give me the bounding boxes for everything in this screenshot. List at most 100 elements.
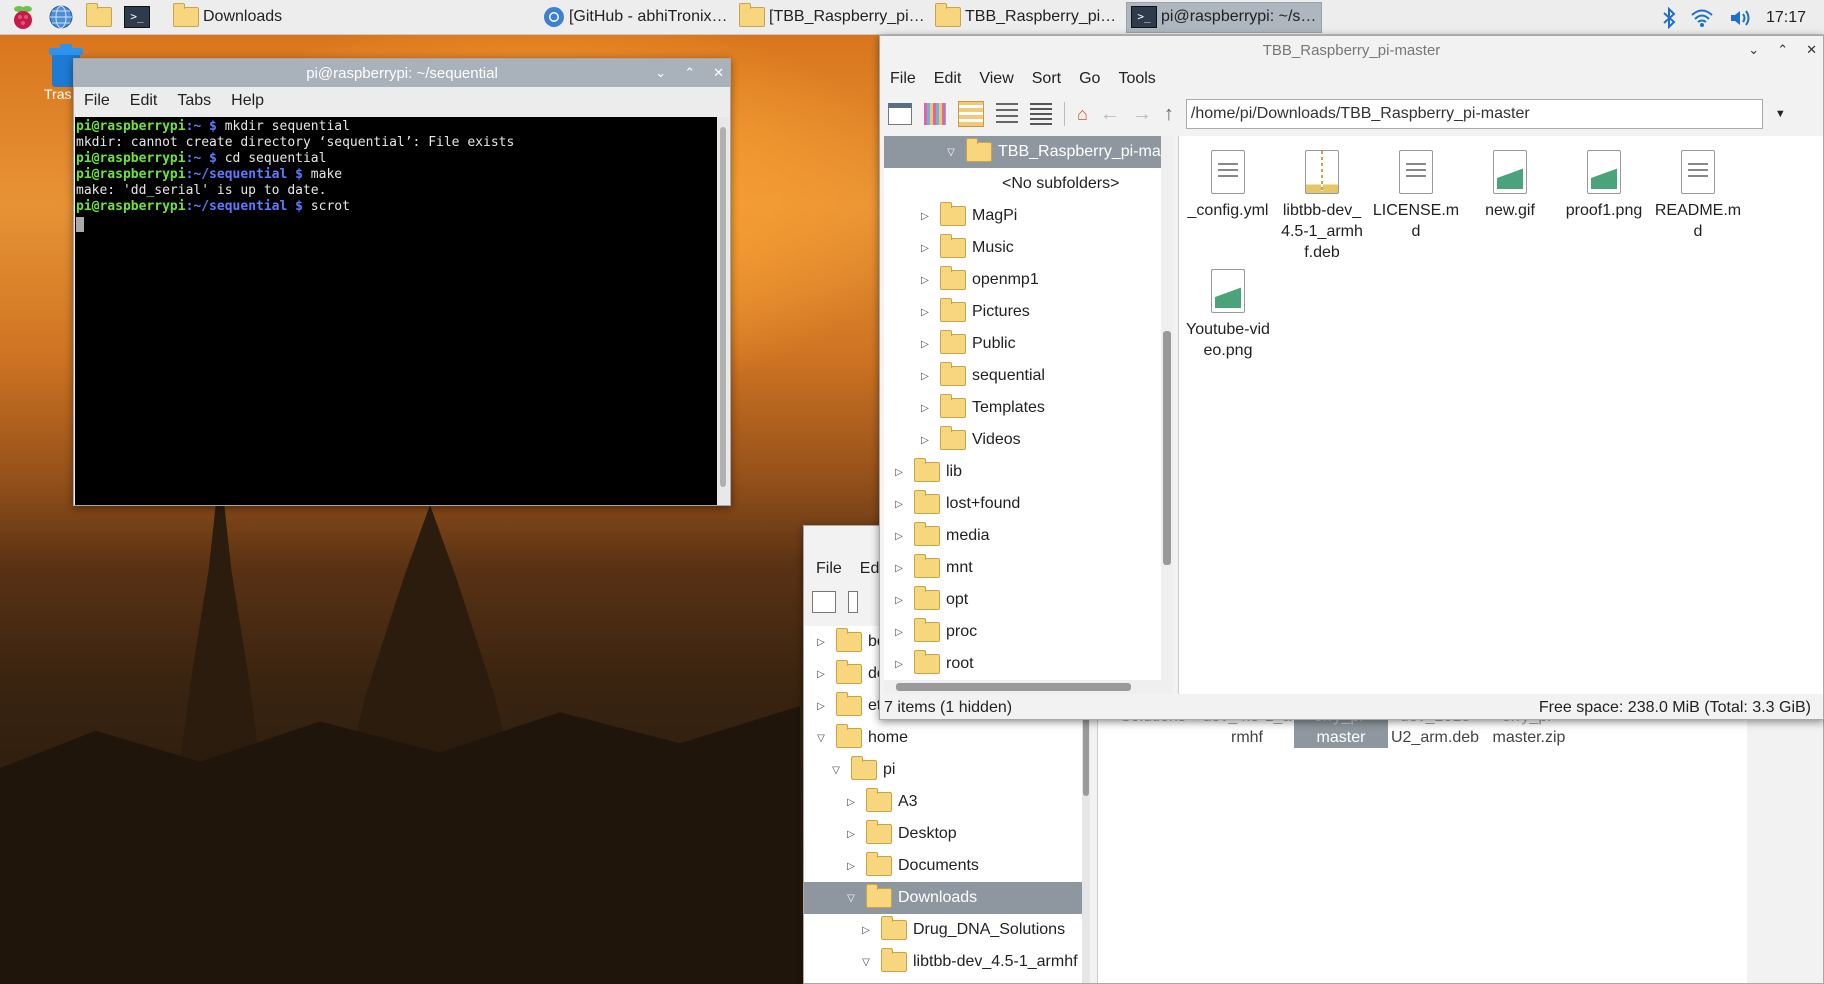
collapse-arrow-icon[interactable]: ▷ [918,339,932,350]
collapse-arrow-icon[interactable]: ▷ [814,669,828,680]
collapse-arrow-icon[interactable]: ▷ [892,595,906,606]
tree-item[interactable]: ▽ TBB_Raspberry_pi-mast [884,136,1161,168]
close-icon[interactable]: ✕ [1806,42,1817,58]
taskbar-item-downloads[interactable]: Downloads [168,2,368,33]
back-arrow-icon[interactable]: ← [1100,103,1120,126]
collapse-arrow-icon[interactable]: ▷ [844,829,858,840]
file-view[interactable]: Solutionsdev_4.5-1_armhferry_pi-masterde… [1097,706,1747,983]
file-item[interactable]: LICENSE.md [1371,150,1461,263]
tree-item[interactable]: ▷ Desktop [804,818,1082,850]
tree-item[interactable]: ▽ Downloads [804,882,1082,914]
icon-view-icon[interactable] [958,101,984,127]
collapse-arrow-icon[interactable]: ▷ [918,435,932,446]
tree-horizontal-scrollbar[interactable] [884,680,1173,694]
minimize-icon[interactable]: ⌄ [1748,42,1759,58]
file-item[interactable]: proof1.png [1559,150,1649,263]
collapse-arrow-icon[interactable]: ▷ [844,861,858,872]
file-manager-icon[interactable] [84,3,114,31]
new-window-icon[interactable] [812,591,836,613]
collapse-arrow-icon[interactable]: ▷ [918,371,932,382]
file-item[interactable]: README.md [1653,150,1743,263]
collapse-arrow-icon[interactable]: ▷ [918,307,932,318]
expanded-arrow-icon[interactable]: ▽ [829,765,843,776]
new-window-icon[interactable] [888,103,912,125]
bluetooth-icon[interactable] [1662,6,1676,29]
volume-icon[interactable] [1728,8,1752,28]
taskbar-item-browser[interactable]: [GitHub - abhiTronix/... [538,2,734,33]
tree-item[interactable]: ▷ MagPi [884,200,1161,232]
collapse-arrow-icon[interactable]: ▷ [892,499,906,510]
taskbar-item-tbb-2[interactable]: TBB_Raspberry_pi-m... [930,2,1126,33]
terminal-launcher-icon[interactable]: >_ [122,3,152,31]
tree-vertical-scrollbar[interactable] [1161,136,1173,680]
tree-item[interactable]: ▷ Templates [884,392,1161,424]
tree-item[interactable]: ▷ opt [884,584,1161,616]
tree-item[interactable]: ▽ libtbb-dev_4.5-1_armhf [804,946,1082,978]
title-bar[interactable]: pi@raspberrypi: ~/sequential ⌄ ⌃ ✕ [74,59,730,87]
menu-tools[interactable]: Tools [1118,70,1155,88]
tree-item[interactable]: ▷ Documents [804,850,1082,882]
raspberry-menu-icon[interactable] [8,3,38,31]
wifi-icon[interactable] [1690,8,1714,28]
file-item[interactable]: new.gif [1465,150,1555,263]
menu-edit[interactable]: Edit [934,70,962,88]
menu-file[interactable]: File [84,92,110,110]
tree-item[interactable]: <No subfolders> [884,168,1161,200]
menu-tabs[interactable]: Tabs [177,92,211,110]
tree-item[interactable]: ▷ openmp1 [884,264,1161,296]
expanded-arrow-icon[interactable]: ▽ [944,147,958,158]
tree-item[interactable]: ▽ pi [804,754,1082,786]
taskbar-item-terminal[interactable]: >_ pi@raspberrypi: ~/se... [1126,1,1322,33]
path-dropdown-icon[interactable]: ▼ [1775,108,1786,120]
up-arrow-icon[interactable]: ↑ [1164,103,1174,126]
home-icon[interactable]: ⌂ [1077,104,1088,125]
file-view[interactable]: _config.yml libtbb-dev_4.5-1_armhf.deb LIC… [1178,136,1823,694]
collapse-arrow-icon[interactable]: ▷ [859,925,873,936]
collapse-arrow-icon[interactable]: ▷ [814,701,828,712]
forward-arrow-icon[interactable]: → [1132,103,1152,126]
collapse-arrow-icon[interactable]: ▷ [918,243,932,254]
clock[interactable]: 17:17 [1766,9,1806,27]
list-view-icon[interactable] [996,103,1018,125]
maximize-icon[interactable]: ⌃ [1777,42,1788,58]
detail-view-icon[interactable] [1030,103,1052,125]
menu-file[interactable]: File [816,560,842,578]
collapse-arrow-icon[interactable]: ▷ [918,403,932,414]
tree-item[interactable]: ▷ Drug_DNA_Solutions [804,914,1082,946]
expanded-arrow-icon[interactable]: ▽ [844,893,858,904]
tree-item[interactable]: ▷ A3 [804,786,1082,818]
web-browser-icon[interactable] [46,3,76,31]
tree-item[interactable]: ▽ home [804,722,1082,754]
collapse-arrow-icon[interactable]: ▷ [844,797,858,808]
tree-item[interactable]: ▷ Videos [884,424,1161,456]
menu-go[interactable]: Go [1079,70,1100,88]
title-bar[interactable]: TBB_Raspberry_pi-master ⌄ ⌃ ✕ [880,36,1823,64]
menu-sort[interactable]: Sort [1032,70,1061,88]
minimize-icon[interactable]: ⌄ [655,65,666,81]
collapse-arrow-icon[interactable]: ▷ [892,659,906,670]
taskbar-item-tbb-1[interactable]: [TBB_Raspberry_pi-m... [734,2,930,33]
menu-help[interactable]: Help [231,92,264,110]
close-icon[interactable]: ✕ [713,65,724,81]
tree-item[interactable]: ▷ Public [884,328,1161,360]
file-item[interactable]: libtbb-dev_4.5-1_armhf.deb [1277,150,1367,263]
collapse-arrow-icon[interactable]: ▷ [814,637,828,648]
collapse-arrow-icon[interactable]: ▷ [918,275,932,286]
places-pane-icon[interactable] [924,103,946,125]
maximize-icon[interactable]: ⌃ [684,65,695,81]
file-item[interactable]: Youtube-video.png [1183,269,1273,361]
terminal-scrollbar[interactable] [717,117,729,505]
collapse-arrow-icon[interactable]: ▷ [892,563,906,574]
tree-item[interactable]: ▷ mnt [884,552,1161,584]
expanded-arrow-icon[interactable]: ▽ [814,733,828,744]
terminal-output[interactable]: pi@raspberrypi:~ $ mkdir sequential mkdir… [75,117,718,505]
tree-item[interactable]: ▷ sequential [884,360,1161,392]
tree-item[interactable]: ▷ Music [884,232,1161,264]
tree-item[interactable]: ▷ root [884,648,1161,680]
path-input[interactable] [1185,99,1763,129]
menu-edit[interactable]: Edit [130,92,158,110]
collapse-arrow-icon[interactable]: ▷ [892,531,906,542]
collapse-arrow-icon[interactable]: ▷ [892,627,906,638]
file-item[interactable]: _config.yml [1183,150,1273,263]
tree-item[interactable]: ▷ media [884,520,1161,552]
